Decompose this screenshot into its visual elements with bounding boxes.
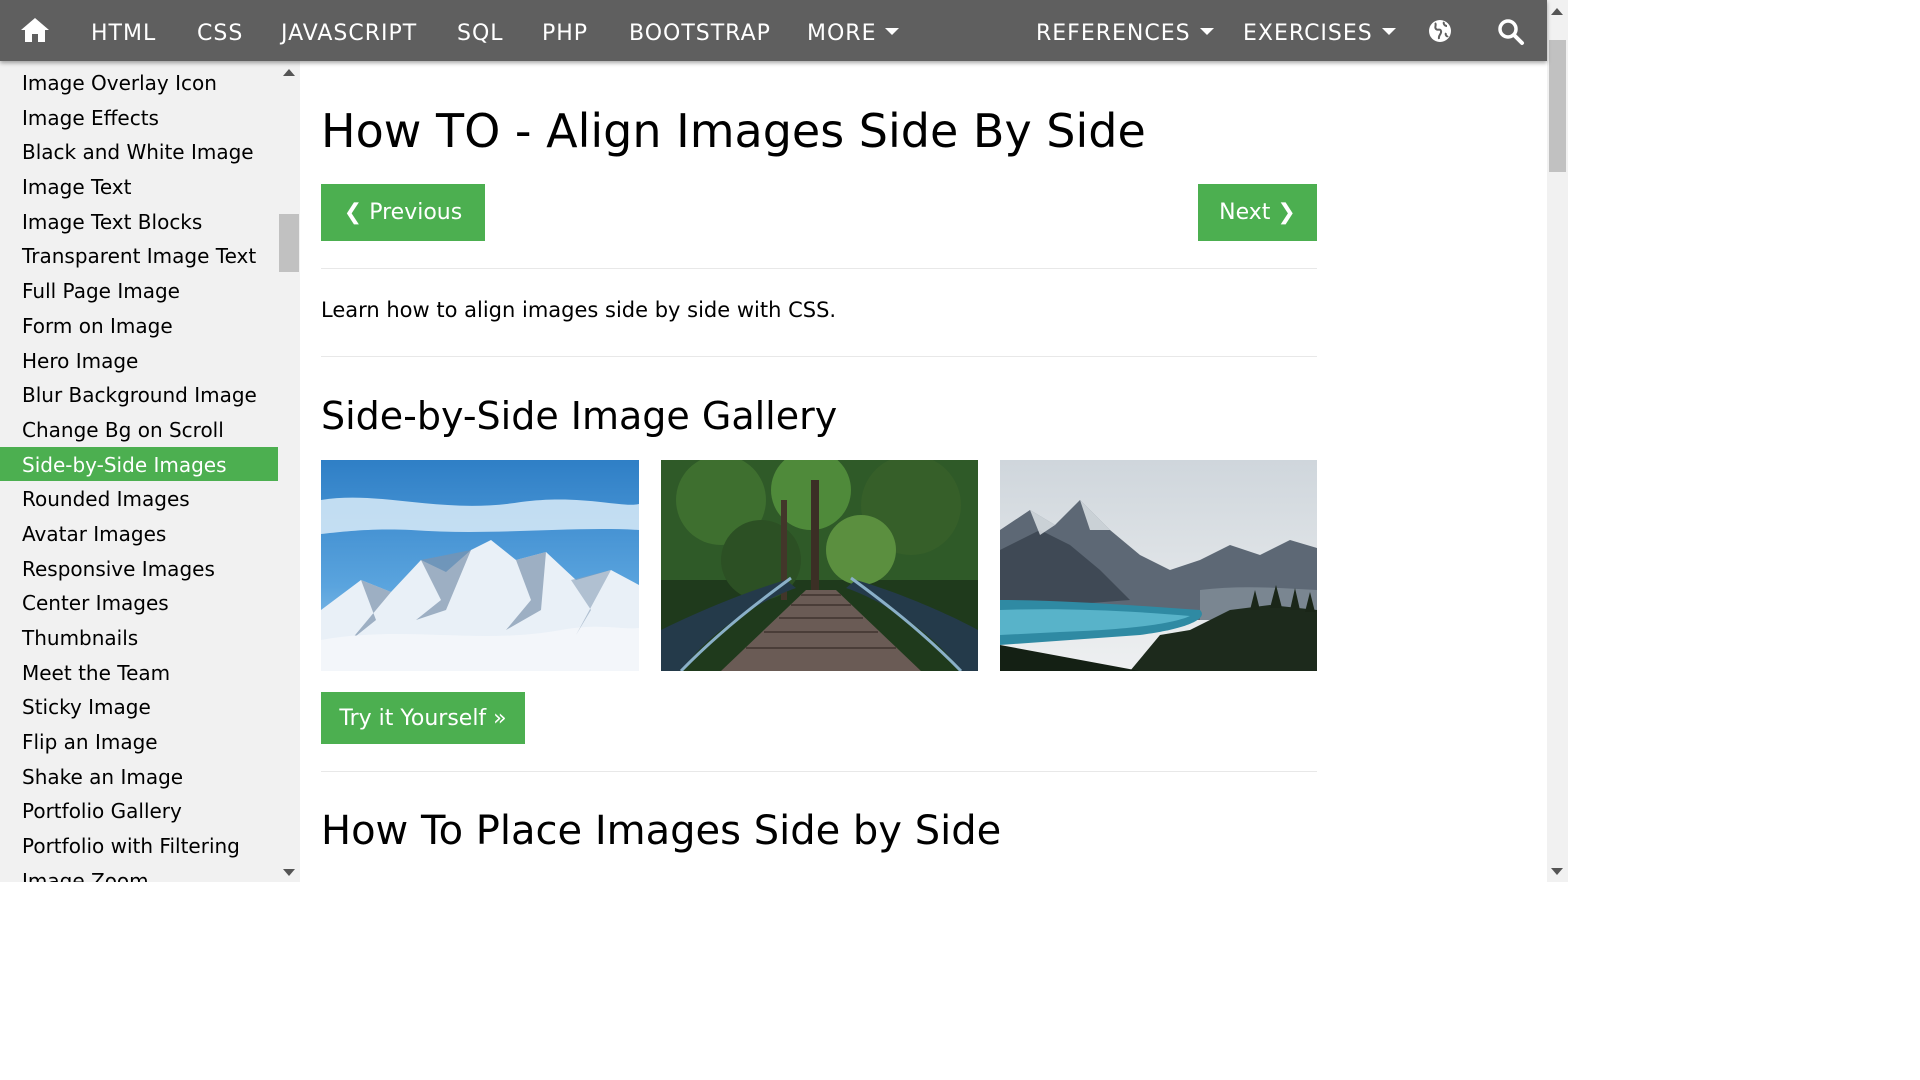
sidebar-scroll-down-icon[interactable] xyxy=(283,869,295,876)
sidebar-item[interactable]: Image Text Blocks xyxy=(0,204,278,239)
sidebar-item[interactable]: Portfolio Gallery xyxy=(0,793,278,828)
sidebar-item[interactable]: Blur Background Image xyxy=(0,377,278,412)
caret-down-icon xyxy=(1381,27,1396,35)
page-scroll-up-icon[interactable] xyxy=(1551,8,1563,15)
sidebar-item[interactable]: Transparent Image Text xyxy=(0,238,278,273)
snow-mountains-image xyxy=(321,460,639,671)
nav-html[interactable]: HTML xyxy=(91,0,156,61)
divider xyxy=(321,356,1317,357)
sidebar-item[interactable]: Thumbnails xyxy=(0,620,278,655)
sidebar: Image Overlay Icon Image Effects Black and… xyxy=(0,61,300,882)
nav-exercises[interactable]: EXERCISES xyxy=(1243,0,1396,61)
sidebar-scroll-up-icon[interactable] xyxy=(283,69,295,76)
sidebar-item[interactable]: Hero Image xyxy=(0,343,278,378)
sidebar-item[interactable]: Image Effects xyxy=(0,100,278,135)
sidebar-item[interactable]: Black and White Image xyxy=(0,134,278,169)
sidebar-item[interactable]: Portfolio with Filtering xyxy=(0,828,278,863)
nav-javascript[interactable]: JAVASCRIPT xyxy=(281,0,417,61)
sidebar-item[interactable]: Responsive Images xyxy=(0,551,278,586)
sidebar-item[interactable]: Meet the Team xyxy=(0,655,278,690)
intro-text: Learn how to align images side by side w… xyxy=(321,298,837,322)
home-icon[interactable] xyxy=(20,17,50,43)
sidebar-item[interactable]: Center Images xyxy=(0,585,278,620)
try-it-yourself-button[interactable]: Try it Yourself » xyxy=(321,692,525,744)
sidebar-item[interactable]: Shake an Image xyxy=(0,759,278,794)
nav-bootstrap[interactable]: BOOTSTRAP xyxy=(629,0,771,61)
sidebar-scrollbar-thumb[interactable] xyxy=(279,214,299,272)
sidebar-scrollbar-track[interactable] xyxy=(279,61,300,882)
nav-php[interactable]: PHP xyxy=(542,0,588,61)
nav-css[interactable]: CSS xyxy=(197,0,243,61)
sidebar-item[interactable]: Image Text xyxy=(0,169,278,204)
page-title: How TO - Align Images Side By Side xyxy=(321,104,1146,158)
page-scrollbar-thumb[interactable] xyxy=(1549,40,1566,172)
caret-down-icon xyxy=(885,27,900,35)
nav-more-label: MORE xyxy=(807,21,877,46)
nav-references-label: REFERENCES xyxy=(1036,21,1191,46)
nav-exercises-label: EXERCISES xyxy=(1243,21,1373,46)
sidebar-item[interactable]: Avatar Images xyxy=(0,516,278,551)
next-button[interactable]: Next ❯ xyxy=(1198,184,1317,241)
page-scroll-down-icon[interactable] xyxy=(1551,868,1563,875)
section-heading: How To Place Images Side by Side xyxy=(321,808,1002,854)
sidebar-item[interactable]: Full Page Image xyxy=(0,273,278,308)
nav-references[interactable]: REFERENCES xyxy=(1036,0,1214,61)
top-navigation: HTML CSS JAVASCRIPT SQL PHP BOOTSTRAP MO… xyxy=(0,0,1547,61)
sidebar-item[interactable]: Form on Image xyxy=(0,308,278,343)
gallery-heading: Side-by-Side Image Gallery xyxy=(321,394,838,438)
previous-button[interactable]: ❮ Previous xyxy=(321,184,485,241)
sidebar-item[interactable]: Change Bg on Scroll xyxy=(0,412,278,447)
sidebar-item[interactable]: Sticky Image xyxy=(0,689,278,724)
divider xyxy=(321,268,1317,269)
search-icon[interactable] xyxy=(1497,18,1525,46)
nav-more[interactable]: MORE xyxy=(807,0,900,61)
divider xyxy=(321,771,1317,772)
sidebar-item[interactable]: Image Zoom xyxy=(0,863,278,882)
sidebar-item[interactable]: Side-by-Side Images xyxy=(0,446,278,482)
sidebar-item[interactable]: Image Overlay Icon xyxy=(0,65,278,100)
mountain-lake-image xyxy=(1000,460,1317,671)
globe-icon[interactable] xyxy=(1428,19,1452,43)
caret-down-icon xyxy=(1199,27,1214,35)
sidebar-item[interactable]: Rounded Images xyxy=(0,481,278,516)
sidebar-list: Image Overlay Icon Image Effects Black and… xyxy=(0,65,278,882)
forest-bridge-image xyxy=(661,460,978,671)
nav-sql[interactable]: SQL xyxy=(457,0,504,61)
sidebar-item[interactable]: Flip an Image xyxy=(0,724,278,759)
